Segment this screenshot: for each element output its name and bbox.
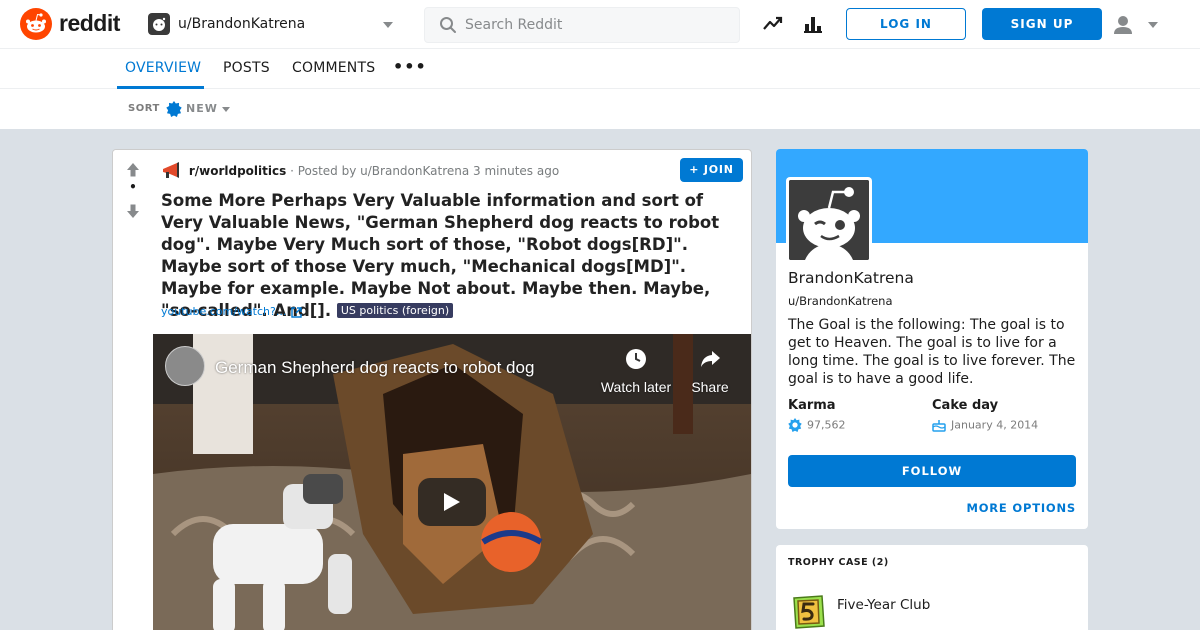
- post-byline: · Posted by u/BrandonKatrena 3 minutes a…: [286, 164, 560, 178]
- five-year-club-icon: [793, 595, 825, 629]
- profile-handle: u/BrandonKatrena: [788, 294, 893, 308]
- search-input[interactable]: [465, 16, 725, 34]
- video-title[interactable]: German Shepherd dog reacts to robot dog: [215, 358, 534, 378]
- megaphone-icon: [163, 162, 179, 178]
- reddit-logo-icon[interactable]: [20, 8, 52, 40]
- downvote-arrow-icon[interactable]: [126, 203, 140, 219]
- play-button[interactable]: [418, 478, 486, 526]
- post-card[interactable]: • r/worldpolitics · Posted by u/BrandonK…: [112, 149, 752, 630]
- tab-comments[interactable]: COMMENTS: [292, 60, 375, 76]
- tab-overview[interactable]: OVERVIEW: [125, 60, 201, 76]
- chevron-down-icon: [383, 22, 393, 28]
- snoo-avatar-icon: [789, 180, 869, 260]
- top-nav: reddit u/BrandonKatrena LOG IN SIGN UP: [0, 0, 1200, 49]
- user-menu-dropdown[interactable]: [1112, 12, 1162, 38]
- sort-label: SORT: [128, 103, 160, 114]
- profile-description: The Goal is the following: The goal is t…: [788, 317, 1076, 387]
- log-in-button[interactable]: LOG IN: [846, 8, 966, 40]
- join-button[interactable]: + JOIN: [680, 158, 743, 182]
- post-flair[interactable]: US politics (foreign): [336, 303, 454, 318]
- cake-day-value-text: January 4, 2014: [951, 418, 1039, 432]
- sort-bar: SORT NEW: [0, 89, 1200, 129]
- profile-tabs: OVERVIEW POSTS COMMENTS •••: [0, 49, 1200, 89]
- external-link-icon: [291, 306, 303, 318]
- user-icon: [1114, 16, 1132, 34]
- video-embed[interactable]: German Shepherd dog reacts to robot dog …: [153, 334, 751, 630]
- post-title-text: Some More Perhaps Very Valuable informat…: [161, 191, 720, 320]
- new-sort-icon: [166, 101, 182, 117]
- follow-button[interactable]: FOLLOW: [788, 455, 1076, 487]
- share-label: Share: [691, 379, 729, 395]
- sign-up-button[interactable]: SIGN UP: [982, 8, 1102, 40]
- more-tabs-icon[interactable]: •••: [393, 57, 427, 76]
- trophy-case: TROPHY CASE (2) Five-Year Club: [776, 545, 1088, 630]
- reddit-wordmark[interactable]: reddit: [59, 10, 120, 37]
- clock-icon: [626, 349, 646, 369]
- vote-score: •: [129, 180, 137, 194]
- chevron-down-icon: [1148, 22, 1158, 28]
- community-switcher[interactable]: u/BrandonKatrena: [146, 11, 400, 39]
- sort-dropdown[interactable]: NEW: [186, 102, 218, 115]
- more-options-button[interactable]: MORE OPTIONS: [966, 501, 1076, 515]
- post-meta: r/worldpolitics · Posted by u/BrandonKat…: [161, 161, 559, 181]
- karma-label: Karma: [788, 398, 836, 413]
- cake-day-label: Cake day: [932, 398, 999, 413]
- profile-display-name: BrandonKatrena: [788, 269, 914, 287]
- karma-value: 97,562: [788, 418, 846, 432]
- share-icon: [701, 351, 720, 367]
- profile-card: BrandonKatrena u/BrandonKatrena The Goal…: [776, 149, 1088, 529]
- user-avatar-icon: [148, 13, 170, 35]
- search-icon: [440, 17, 456, 33]
- karma-icon: [788, 418, 802, 432]
- trophy-case-heading: TROPHY CASE (2): [788, 557, 889, 568]
- post-title[interactable]: Some More Perhaps Very Valuable informat…: [161, 190, 741, 322]
- post-link-text[interactable]: youtube.com/watch?...: [161, 305, 286, 318]
- play-icon: [444, 493, 460, 511]
- trophy-name: Five-Year Club: [837, 597, 931, 613]
- post-link[interactable]: youtube.com/watch?...: [161, 305, 303, 318]
- stats-icon[interactable]: [803, 14, 823, 34]
- cake-icon: [932, 420, 946, 432]
- watch-later-button[interactable]: Watch later: [596, 348, 676, 395]
- profile-avatar: [786, 177, 872, 261]
- current-user-name: u/BrandonKatrena: [178, 16, 306, 32]
- chevron-down-icon[interactable]: [222, 107, 230, 112]
- share-button[interactable]: Share: [670, 348, 750, 395]
- upvote-arrow-icon[interactable]: [126, 162, 140, 178]
- watch-later-label: Watch later: [600, 379, 672, 395]
- vote-column: •: [113, 150, 153, 630]
- trending-icon[interactable]: [763, 14, 783, 34]
- karma-value-text: 97,562: [807, 418, 846, 432]
- tab-posts[interactable]: POSTS: [223, 60, 270, 76]
- cake-day-value: January 4, 2014: [932, 418, 1038, 432]
- channel-avatar[interactable]: [165, 346, 205, 386]
- search-bar[interactable]: [424, 7, 740, 43]
- subreddit-link[interactable]: r/worldpolitics: [189, 164, 286, 178]
